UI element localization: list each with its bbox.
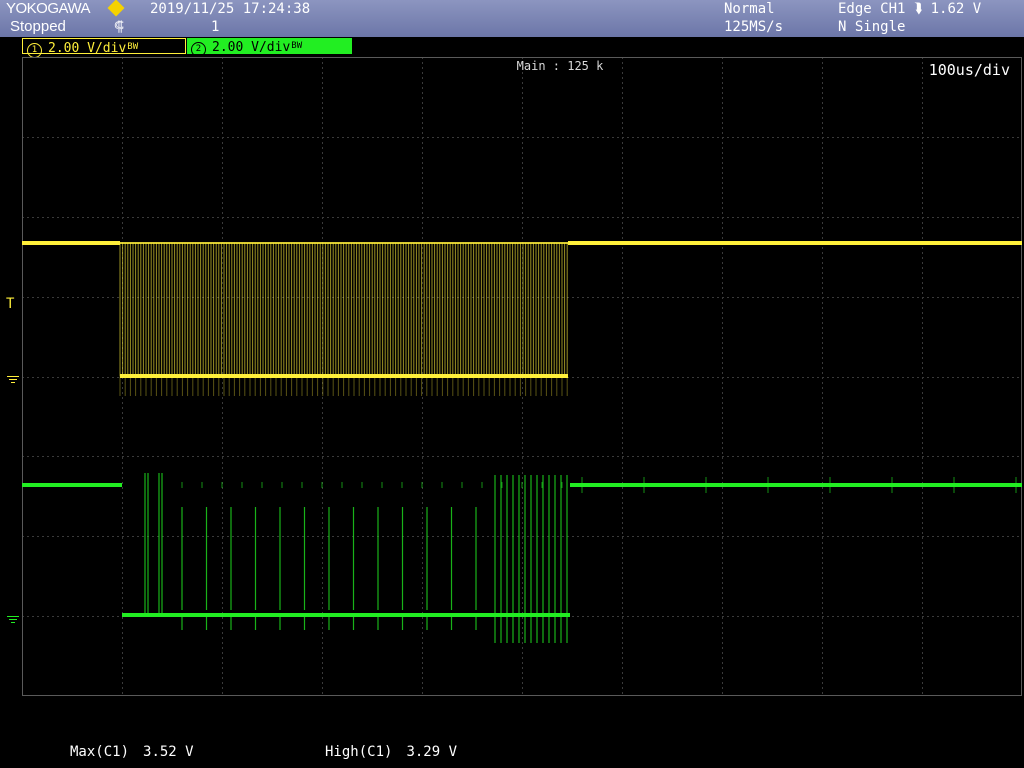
brand-logo: YOKOGAWA — [6, 0, 91, 17]
measurement-high-value: 3.29 V — [406, 744, 458, 760]
ch1-pulse-burst — [119, 243, 568, 376]
sample-rate: 125MS/s — [724, 19, 784, 35]
timebase-label: 100us/div — [928, 61, 1010, 79]
datetime: 2019/11/25 17:24:38 — [150, 1, 311, 17]
measurement-max-label: Max(C1) — [70, 744, 130, 760]
channel-2-number-icon: 2 — [191, 42, 206, 57]
channel-2-ground-icon — [7, 613, 19, 627]
trigger-mode: Normal — [724, 1, 775, 17]
ch1-ringing — [119, 376, 568, 396]
channel-1-ground-icon — [7, 373, 19, 387]
channel-2-bw-icon: BW — [291, 41, 303, 51]
state-icon: ⸿ — [114, 19, 124, 35]
measurement-max: Max(C1) 3.52 V — [70, 744, 194, 760]
record-length-label: Main : 125 k — [516, 59, 604, 73]
channel-1-unit: /div — [94, 41, 127, 56]
channel-2-unit: /div — [258, 40, 291, 55]
trigger-level-marker: T — [6, 296, 15, 312]
channel-2-scale-value: 2.00 V — [212, 40, 259, 55]
channel-2-scale[interactable]: 2 2.00 V/divBW — [187, 38, 352, 57]
measurement-high: High(C1) 3.29 V — [325, 744, 457, 760]
trigger-type: N Single — [838, 19, 906, 35]
measurement-max-value: 3.52 V — [143, 744, 194, 760]
status-header: YOKOGAWA Stopped ⸿ 2019/11/25 17:24:38 1… — [0, 0, 1024, 37]
channel-1-number-icon: 1 — [27, 43, 42, 58]
channel-1-scale[interactable]: 1 2.00 V/divBW — [22, 38, 186, 58]
waveform-display: Main : 125 k 100us/div — [22, 57, 1022, 696]
trigger-info: Edge CH1 ⮯ 1.62 V — [838, 1, 982, 17]
waveform-grid — [22, 57, 1022, 696]
channel-1-scale-value: 2.00 V — [48, 41, 95, 56]
ch2-pulses — [144, 473, 568, 643]
acquisition-state: Stopped — [10, 18, 66, 35]
measurement-high-label: High(C1) — [325, 744, 393, 760]
channel-1-bw-icon: BW — [127, 42, 139, 52]
brand-diamond-icon — [107, 0, 125, 17]
acquisition-count: 1 — [211, 19, 220, 35]
